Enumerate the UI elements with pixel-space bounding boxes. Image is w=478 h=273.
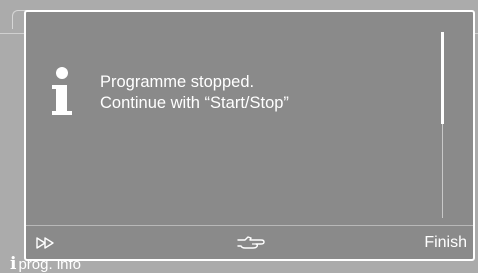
dialog-footer: Finish [26,225,473,259]
dialog-message: Programme stopped. Continue with “Start/… [100,72,289,114]
screen: i prog. info Programme stopped. Continue… [0,0,478,273]
fast-forward-button[interactable] [36,226,66,259]
info-dialog: Programme stopped. Continue with “Start/… [24,10,475,261]
small-info-icon: i [10,254,17,273]
info-icon [52,67,74,115]
message-line-1: Programme stopped. [100,73,255,91]
finish-button[interactable]: Finish [424,226,467,259]
scrollbar[interactable] [441,32,444,218]
background-divider [0,33,24,34]
scrollbar-thumb[interactable] [441,32,444,124]
message-line-2: Continue with “Start/Stop” [100,94,289,112]
dialog-body: Programme stopped. Continue with “Start/… [26,12,473,228]
pointing-hand-icon [237,235,265,249]
fast-forward-icon [36,236,54,249]
hand-button[interactable] [234,226,268,259]
